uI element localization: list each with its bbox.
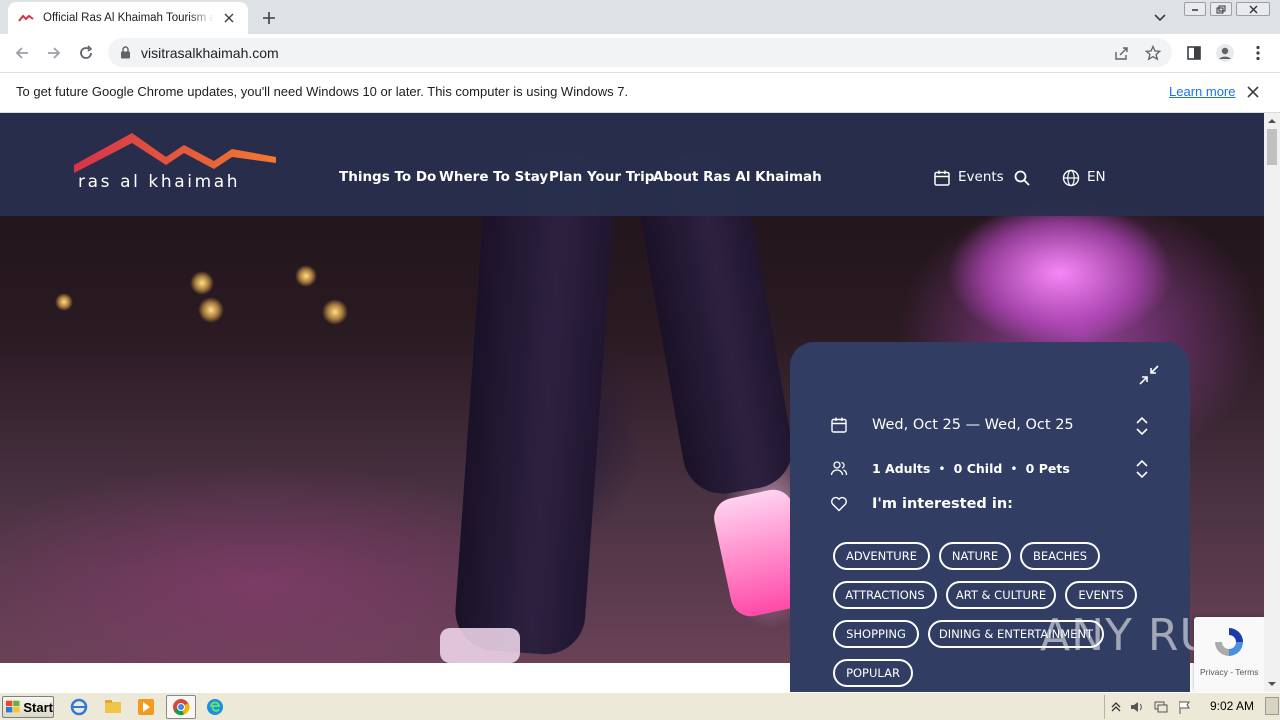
events-link[interactable]: Events xyxy=(958,169,1004,185)
pets-count: 0 Pets xyxy=(1025,460,1070,476)
new-tab-icon[interactable] xyxy=(259,8,279,28)
infobar-message: To get future Google Chrome updates, you… xyxy=(16,84,629,99)
browser-tab-strip: Official Ras Al Khaimah Tourism and Visi… xyxy=(0,0,1280,34)
nav-where-to-stay[interactable]: Where To Stay xyxy=(439,169,548,185)
scroll-up-icon[interactable] xyxy=(1268,117,1276,125)
minimize-icon[interactable] xyxy=(1184,2,1206,16)
chip-beaches[interactable]: BEACHES xyxy=(1020,542,1100,570)
chip-attractions[interactable]: ATTRACTIONS xyxy=(833,581,937,609)
guests-stepper-icon[interactable] xyxy=(1134,458,1150,480)
date-range-text: Wed, Oct 25 — Wed, Oct 25 xyxy=(872,417,1074,433)
chip-popular[interactable]: POPULAR xyxy=(833,659,913,687)
internet-explorer-icon[interactable] xyxy=(70,698,88,716)
menu-kebab-icon[interactable] xyxy=(1248,43,1268,63)
language-selector[interactable]: EN xyxy=(1087,169,1106,185)
update-infobar: To get future Google Chrome updates, you… xyxy=(0,72,1280,113)
nav-plan-your-trip[interactable]: Plan Your Trip xyxy=(549,169,654,185)
network-icon[interactable] xyxy=(1153,699,1169,715)
recaptcha-icon xyxy=(1215,628,1243,656)
edge-icon[interactable] xyxy=(206,698,224,716)
taskbar-clock[interactable]: 9:02 AM xyxy=(1210,699,1254,713)
logo-wordmark: ras al khaimah xyxy=(78,172,241,192)
lock-icon xyxy=(121,46,130,59)
infobar-close-icon[interactable] xyxy=(1247,83,1259,102)
calendar-icon[interactable] xyxy=(933,169,951,187)
interests-row: I'm interested in: xyxy=(830,495,1013,513)
chip-nature[interactable]: NATURE xyxy=(939,542,1011,570)
show-desktop-button[interactable] xyxy=(1265,697,1279,715)
start-label: Start xyxy=(23,699,53,715)
heart-icon xyxy=(831,496,847,512)
media-player-icon[interactable] xyxy=(137,698,155,716)
share-icon[interactable] xyxy=(1112,44,1130,62)
volume-icon[interactable] xyxy=(1129,699,1145,715)
date-range-row[interactable]: Wed, Oct 25 — Wed, Oct 25 xyxy=(830,416,1074,434)
scroll-down-icon[interactable] xyxy=(1268,680,1276,688)
tray-expand-icon[interactable] xyxy=(1111,701,1121,713)
collapse-icon[interactable] xyxy=(1138,364,1160,386)
site-header: ras al khaimah Things To Do Where To Sta… xyxy=(0,113,1264,216)
site-favicon-icon xyxy=(18,14,34,22)
browser-toolbar: visitrasalkhaimah.com xyxy=(0,34,1280,72)
windows-taskbar: Start 9:02 AM xyxy=(0,692,1280,720)
restore-icon[interactable] xyxy=(1210,2,1232,16)
reload-icon[interactable] xyxy=(76,43,96,63)
adults-count: 1 Adults xyxy=(872,460,931,476)
chip-art-culture[interactable]: ART & CULTURE xyxy=(946,581,1056,609)
scrollbar-thumb[interactable] xyxy=(1267,129,1277,165)
globe-icon[interactable] xyxy=(1062,169,1080,187)
browser-tab[interactable]: Official Ras Al Khaimah Tourism and Visi… xyxy=(8,2,248,34)
url-text: visitrasalkhaimah.com xyxy=(141,44,279,61)
web-page: ras al khaimah Things To Do Where To Sta… xyxy=(0,113,1264,692)
chrome-icon xyxy=(173,699,190,716)
back-icon[interactable] xyxy=(12,43,32,63)
chip-shopping[interactable]: SHOPPING xyxy=(833,620,919,648)
nav-things-to-do[interactable]: Things To Do xyxy=(339,169,436,185)
profile-avatar-icon[interactable] xyxy=(1215,43,1235,63)
system-tray: 9:02 AM xyxy=(1104,695,1280,719)
windows-logo-icon xyxy=(6,700,20,713)
page-scrollbar[interactable] xyxy=(1264,113,1280,692)
chrome-taskbar-button[interactable] xyxy=(166,695,196,719)
window-close-icon[interactable] xyxy=(1236,2,1270,16)
chevron-down-icon[interactable] xyxy=(1151,9,1169,27)
recaptcha-badge[interactable]: Privacy - Terms xyxy=(1194,617,1264,692)
recaptcha-links[interactable]: Privacy - Terms xyxy=(1200,667,1258,677)
side-panel-icon[interactable] xyxy=(1184,43,1204,63)
forward-icon[interactable] xyxy=(44,43,64,63)
children-count: 0 Child xyxy=(953,460,1003,476)
guests-icon xyxy=(830,461,848,476)
guests-row[interactable]: 1 Adults • 0 Child • 0 Pets xyxy=(830,459,1070,477)
calendar-icon xyxy=(831,417,847,433)
tab-title: Official Ras Al Khaimah Tourism and Visi… xyxy=(43,12,214,24)
tab-close-icon[interactable] xyxy=(220,9,238,27)
nav-about-rak[interactable]: About Ras Al Khaimah xyxy=(653,169,822,185)
start-button[interactable]: Start xyxy=(2,696,54,718)
action-center-flag-icon[interactable] xyxy=(1177,699,1193,715)
chip-events[interactable]: EVENTS xyxy=(1065,581,1137,609)
separator-dot: • xyxy=(1010,460,1018,476)
interests-label: I'm interested in: xyxy=(872,496,1013,512)
file-explorer-icon[interactable] xyxy=(104,698,122,716)
learn-more-link[interactable]: Learn more xyxy=(1169,84,1235,99)
bookmark-star-icon[interactable] xyxy=(1144,44,1162,62)
date-stepper-icon[interactable] xyxy=(1134,415,1150,437)
address-bar[interactable]: visitrasalkhaimah.com xyxy=(108,38,1172,67)
chip-adventure[interactable]: ADVENTURE xyxy=(833,542,930,570)
separator-dot: • xyxy=(938,460,946,476)
search-icon[interactable] xyxy=(1013,169,1031,187)
